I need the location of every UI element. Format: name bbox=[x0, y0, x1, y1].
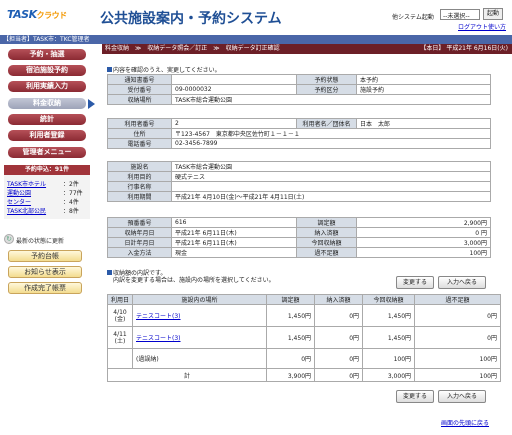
refresh-icon: ↻ bbox=[4, 234, 14, 244]
logout-link[interactable]: ログアウト bbox=[458, 22, 488, 31]
change-button[interactable]: 変更する bbox=[396, 276, 434, 289]
task-cloud-logo: TASKクラウド bbox=[7, 8, 67, 21]
request-item[interactable]: センター ：4件 bbox=[7, 197, 79, 206]
requests-list: TASK市ホテル ：2件 運動公園 ：77件 センター ：4件 TASK北部公民 ：8件 bbox=[4, 175, 90, 219]
user-info-table: 利用者番号 2 利用者名／団体名 日本 太郎 住所 〒123-4567 東京都中央区佐竹… bbox=[107, 118, 491, 149]
help-link[interactable]: 使い方 bbox=[488, 22, 506, 31]
table-row: 4/10 (金) テニスコート(3) 1,450円 0円 1,450円 0円 bbox=[106, 304, 501, 327]
system-title: 公共施設案内・予約システム bbox=[100, 11, 282, 27]
refresh-button[interactable]: ↻ 最新の状態に更新 bbox=[4, 234, 64, 245]
other-system-select[interactable]: --未選択-- bbox=[440, 9, 480, 20]
nav-user-register[interactable]: 利用者登録 bbox=[8, 130, 86, 141]
nav-fee-collection[interactable]: 料金収納 bbox=[8, 98, 86, 109]
completed-forms-button[interactable]: 作成完了帳票 bbox=[8, 282, 82, 294]
table-row: (過誤納) 0円 0円 100円 100円 bbox=[106, 348, 501, 369]
breakdown-note: 収納額の内訳です。 内訳を変更する場合は、施設内の場所を選択してください。 bbox=[107, 270, 275, 284]
back-to-input-button-bottom[interactable]: 入力へ戻る bbox=[438, 390, 486, 403]
change-button-bottom[interactable]: 変更する bbox=[396, 390, 434, 403]
nav-reserve[interactable]: 予約・抽選 bbox=[8, 49, 86, 60]
breadcrumb: 料金収納 ≫ 収納データ照会／訂正 ≫ 収納データ訂正確認 【本日】 平成21年… bbox=[102, 44, 512, 54]
sidebar: 予約・抽選 宿泊施設予約 利用実績入力 料金収納 統計 利用者登録 管理者メニュ… bbox=[0, 44, 100, 435]
back-to-input-button[interactable]: 入力へ戻る bbox=[438, 276, 486, 289]
place-link[interactable]: テニスコート(3) bbox=[136, 313, 181, 320]
notice-button[interactable]: お知らせ表示 bbox=[8, 266, 82, 278]
current-user: 【担当者】TASK市：TKC管理者 bbox=[3, 36, 90, 43]
facility-info-table: 施設名 TASK市総合運動公園 利用目的 硬式テニス 行事名称 利用期間 平成21年 … bbox=[107, 161, 491, 202]
requests-title: 予約申込：91件 bbox=[4, 165, 90, 175]
main-content: 料金収納 ≫ 収納データ照会／訂正 ≫ 収納データ訂正確認 【本日】 平成21年… bbox=[102, 44, 512, 435]
total-row: 計 3,900円 0円 3,000円 100円 bbox=[106, 368, 501, 382]
start-button[interactable]: 起動 bbox=[483, 8, 503, 20]
nav-stats[interactable]: 統計 bbox=[8, 114, 86, 125]
other-system-label: 他システム起動 bbox=[392, 14, 434, 21]
nav-admin-menu[interactable]: 管理者メニュー bbox=[8, 147, 86, 158]
user-bar: 【担当者】TASK市：TKC管理者 bbox=[0, 35, 512, 44]
request-item[interactable]: TASK市ホテル ：2件 bbox=[7, 179, 79, 188]
request-item[interactable]: 運動公園 ：77件 bbox=[7, 188, 83, 197]
table-row: 4/11 (土) テニスコート(3) 1,450円 0円 1,450円 0円 bbox=[106, 326, 501, 349]
bullet-icon bbox=[107, 67, 112, 72]
back-to-top-link[interactable]: 画面の先頭に戻る bbox=[441, 418, 489, 427]
active-arrow-icon bbox=[88, 99, 95, 109]
nav-lodging[interactable]: 宿泊施設予約 bbox=[8, 65, 86, 76]
request-item[interactable]: TASK北部公民 ：8件 bbox=[7, 206, 79, 215]
today-date: 【本日】 平成21年 6月16日(火) bbox=[420, 45, 508, 52]
reservation-info-table: 通知書番号 予約状態 本予約 受付番号 09-0000032 予約区分 施設予約 収納場所… bbox=[107, 74, 491, 105]
breakdown-table: 利用日 施設内の場所 調定額 納入済額 今回収納額 過不足額 4/10 (金) テ… bbox=[106, 294, 501, 382]
bullet-icon bbox=[107, 270, 112, 275]
place-link[interactable]: テニスコート(3) bbox=[136, 335, 181, 342]
nav-usage[interactable]: 利用実績入力 bbox=[8, 81, 86, 92]
app-header: TASKクラウド 公共施設案内・予約システム 他システム起動 --未選択-- 起… bbox=[0, 0, 512, 35]
payment-info-table: 預番番号 616 調定額 2,900円 収納年月日 平成21年 6月11日(木) 納入済額… bbox=[107, 217, 491, 258]
confirm-message: 内容を確認のうえ、実更してください。 bbox=[107, 65, 221, 74]
reserve-ledger-button[interactable]: 予約台帳 bbox=[8, 250, 82, 262]
